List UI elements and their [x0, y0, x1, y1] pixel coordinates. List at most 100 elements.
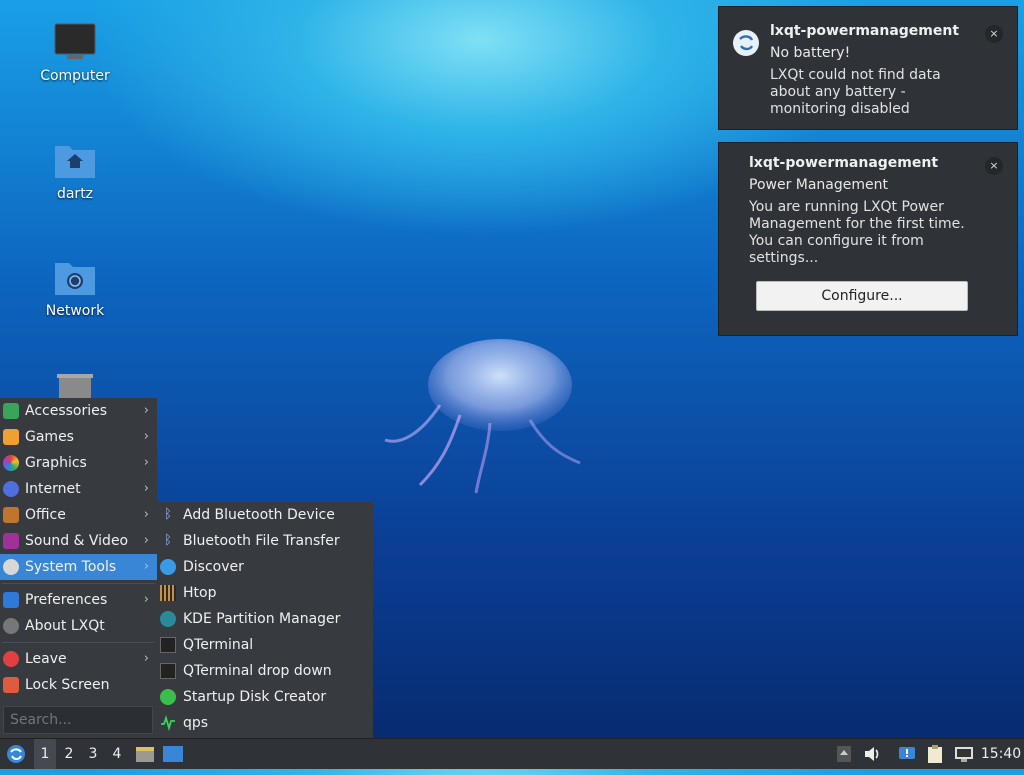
notification-icon — [899, 747, 915, 759]
notification-power-management: lxqt-powermanagement Power Management Yo… — [718, 142, 1018, 336]
menu-item-internet[interactable]: Internet › — [0, 476, 157, 502]
desktop-icon-network[interactable]: Network — [20, 257, 130, 319]
menu-item-sound-video[interactable]: Sound & Video › — [0, 528, 157, 554]
menu-item-label: System Tools — [25, 559, 117, 575]
menu-search-input[interactable] — [3, 706, 153, 734]
menu-item-about[interactable]: About LXQt — [0, 613, 157, 639]
graphics-icon — [3, 455, 19, 471]
chevron-up-icon — [837, 746, 851, 762]
chevron-right-icon: › — [143, 651, 149, 666]
notification-body: You are running LXQt Power Management fo… — [749, 199, 965, 266]
clipboard-button[interactable] — [924, 739, 946, 769]
workspace-2[interactable]: 2 — [58, 739, 80, 769]
submenu-item-label: QTerminal — [183, 637, 254, 653]
submenu-item-discover[interactable]: Discover — [157, 554, 373, 580]
desktop-icon-home[interactable]: dartz — [20, 140, 130, 202]
volume-icon — [865, 747, 879, 761]
chevron-right-icon: › — [143, 592, 149, 607]
submenu-item-qterminal-dropdown[interactable]: QTerminal drop down — [157, 658, 373, 684]
preferences-icon — [3, 592, 19, 608]
office-icon — [3, 507, 19, 523]
desktop-icon — [163, 746, 183, 762]
submenu-item-qterminal[interactable]: QTerminal — [157, 632, 373, 658]
menu-item-preferences[interactable]: Preferences › — [0, 587, 157, 613]
menu-item-label: Games — [25, 429, 74, 445]
menu-item-games[interactable]: Games › — [0, 424, 157, 450]
submenu-item-htop[interactable]: Htop — [157, 580, 373, 606]
submenu-item-label: QTerminal drop down — [183, 663, 332, 679]
submenu-item-add-bluetooth[interactable]: ᛒ Add Bluetooth Device — [157, 502, 373, 528]
submenu-item-bluetooth-transfer[interactable]: ᛒ Bluetooth File Transfer — [157, 528, 373, 554]
workspace-1[interactable]: 1 — [34, 739, 56, 769]
terminal-icon — [160, 663, 176, 679]
power-icon — [3, 651, 19, 667]
workspace-4[interactable]: 4 — [106, 739, 128, 769]
menu-item-label: Lock Screen — [25, 677, 110, 693]
startup-disk-icon — [160, 689, 176, 705]
notification-summary: Power Management — [749, 177, 889, 193]
file-manager-launcher[interactable] — [134, 739, 156, 769]
menu-item-label: Graphics — [25, 455, 87, 471]
notification-app-name: lxqt-powermanagement — [749, 155, 939, 171]
home-folder-icon — [55, 146, 95, 178]
clipboard-icon — [928, 745, 942, 763]
menu-item-graphics[interactable]: Graphics › — [0, 450, 157, 476]
desktop-icon-label: Computer — [40, 68, 110, 84]
submenu-item-label: qps — [183, 715, 209, 731]
volume-button[interactable] — [862, 739, 884, 769]
close-icon[interactable]: × — [985, 25, 1003, 43]
menu-separator — [2, 583, 155, 584]
start-menu-button[interactable] — [4, 739, 28, 769]
submenu-item-startup-disk[interactable]: Startup Disk Creator — [157, 684, 373, 710]
wallpaper-jellyfish — [384, 339, 581, 494]
network-button[interactable] — [952, 739, 976, 769]
internet-icon — [3, 481, 19, 497]
clock[interactable]: 15:40 — [980, 739, 1022, 769]
main-menu: Accessories › Games › Graphics › Interne… — [0, 398, 157, 738]
chevron-right-icon: › — [143, 455, 149, 470]
desktop-icon-computer[interactable]: Computer — [20, 22, 130, 84]
menu-item-system-tools[interactable]: System Tools › — [0, 554, 157, 580]
lxqt-logo-icon — [7, 745, 25, 763]
chevron-right-icon: › — [143, 533, 149, 548]
network-folder-icon — [55, 263, 95, 295]
menu-item-accessories[interactable]: Accessories › — [0, 398, 157, 424]
sound-video-icon — [3, 533, 19, 549]
menu-item-lock-screen[interactable]: Lock Screen — [0, 672, 157, 698]
submenu-item-partition-manager[interactable]: KDE Partition Manager — [157, 606, 373, 632]
notification-tray-button[interactable] — [896, 739, 918, 769]
accessories-icon — [3, 403, 19, 419]
menu-separator — [2, 642, 155, 643]
bluetooth-icon: ᛒ — [164, 533, 172, 548]
show-desktop-button[interactable] — [162, 739, 184, 769]
partition-manager-icon — [160, 611, 176, 627]
terminal-icon — [160, 637, 176, 653]
menu-item-label: Internet — [25, 481, 81, 497]
submenu-item-label: KDE Partition Manager — [183, 611, 341, 627]
info-icon — [3, 618, 19, 634]
submenu-item-label: Htop — [183, 585, 217, 601]
tray-show-hidden-button[interactable] — [834, 739, 854, 769]
menu-item-label: Sound & Video — [25, 533, 129, 549]
menu-item-office[interactable]: Office › — [0, 502, 157, 528]
chevron-right-icon: › — [143, 429, 149, 444]
network-icon — [955, 747, 973, 762]
desktop-icon-trash[interactable] — [20, 372, 130, 400]
menu-item-label: Accessories — [25, 403, 108, 419]
menu-item-label: Preferences — [25, 592, 108, 608]
configure-button[interactable]: Configure... — [756, 281, 968, 311]
submenu-item-label: Discover — [183, 559, 244, 575]
games-icon — [3, 429, 19, 445]
notification-app-name: lxqt-powermanagement — [770, 23, 960, 39]
taskbar: 1 2 3 4 15:40 — [0, 738, 1024, 769]
close-icon[interactable]: × — [985, 157, 1003, 175]
submenu-item-label: Bluetooth File Transfer — [183, 533, 340, 549]
submenu-item-label: Startup Disk Creator — [183, 689, 327, 705]
workspace-3[interactable]: 3 — [82, 739, 104, 769]
menu-item-label: Office — [25, 507, 66, 523]
menu-item-leave[interactable]: Leave › — [0, 646, 157, 672]
system-tools-icon — [3, 559, 19, 575]
submenu-item-qps[interactable]: qps — [157, 710, 373, 736]
notification-no-battery: lxqt-powermanagement No battery! LXQt co… — [718, 6, 1018, 130]
lock-icon — [3, 677, 19, 693]
